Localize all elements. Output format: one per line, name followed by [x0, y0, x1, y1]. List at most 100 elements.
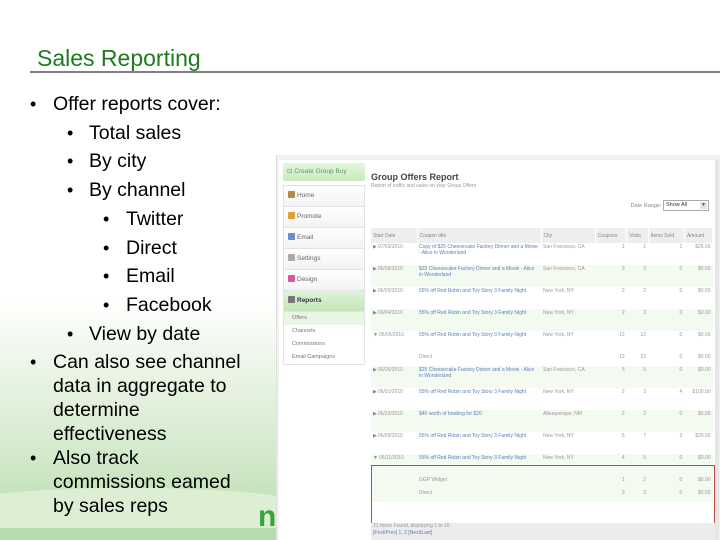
sidebar-item-email[interactable]: Email — [284, 228, 364, 249]
visits-cell: 5 — [626, 366, 649, 388]
column-header[interactable]: City — [541, 228, 596, 243]
expand-triangle-icon[interactable]: ▶ — [373, 244, 377, 250]
create-group-buy-label: Create Group Buy — [294, 168, 347, 175]
table-row: ▶06/04/2010 55% off Red Robin and Toy Sto… — [371, 309, 713, 331]
city-cell: New York, NY — [543, 288, 574, 294]
report-subtitle: Report of traffic and sales on your Grou… — [371, 183, 477, 189]
report-icon — [288, 296, 295, 303]
column-header[interactable]: Start Date — [371, 228, 418, 243]
start-date: 06/08/2010 — [377, 266, 403, 272]
scrollbar[interactable] — [715, 160, 719, 540]
amount-cell: $0.00 — [684, 476, 713, 489]
expand-triangle-icon[interactable]: ▶ — [373, 433, 377, 439]
sidebar-item-design[interactable]: Design — [284, 270, 364, 291]
subnav-item-email-campaigns[interactable]: Email Campaigns — [284, 351, 364, 364]
bullet-icon: • — [67, 323, 74, 344]
sidebar-item-label: Settings — [297, 255, 321, 262]
bullet-icon: • — [30, 94, 37, 114]
coupons-cell: 1 — [595, 476, 627, 489]
subnav-item-channels[interactable]: Channels — [284, 325, 364, 338]
bullet-icon: • — [103, 237, 110, 258]
create-group-buy-button[interactable]: ⊡ Create Group Buy — [283, 163, 365, 181]
start-date: 06/06/2010 — [377, 367, 403, 373]
coupon-title-link[interactable]: 55% off Red Robin and Toy Story 3 Family… — [417, 388, 541, 410]
start-date: 06/09/2010 — [378, 332, 404, 338]
start-date: 06/11/2010 — [378, 455, 404, 461]
coupon-title-link[interactable]: $40 worth of bowling for $20 — [417, 410, 541, 432]
column-header[interactable]: Coupons — [595, 228, 628, 243]
start-date: 06/04/2010 — [377, 310, 403, 316]
coupon-title-link[interactable]: 55% off Red Robin and Toy Story 3 Family… — [417, 331, 541, 353]
amount-cell: $0.00 — [697, 288, 711, 294]
column-header[interactable]: Visits — [626, 228, 649, 243]
coupons-cell: 3 — [595, 265, 627, 287]
items-sold-cell: 0 — [648, 309, 685, 331]
expand-triangle-icon[interactable]: ▶ — [373, 389, 377, 395]
coupons-cell: 4 — [595, 454, 627, 476]
expand-triangle-icon[interactable]: ▶ — [373, 266, 377, 272]
coupon-title-link[interactable]: $25 Cheesecake Factory Dinner and a Movi… — [417, 265, 541, 287]
expand-triangle-icon[interactable]: ▶ — [373, 288, 377, 294]
table-row: ▶07/03/2010 Copy of $25 Cheesecake Factor… — [371, 243, 713, 265]
amount-cell: $0.00 — [684, 366, 713, 388]
sidebar-item-reports[interactable]: Reports — [284, 291, 364, 312]
coupons-cell: 2 — [595, 410, 627, 432]
table-row: ▶06/23/2010 $40 worth of bowling for $20 A… — [371, 410, 713, 432]
coupon-title-link[interactable]: $25 Cheesecake Factory Dinner and a Movi… — [417, 366, 541, 388]
table-row: ▼06/09/2010 55% off Red Robin and Toy Sto… — [371, 331, 713, 353]
coupon-title-link[interactable]: 55% off Red Robin and Toy Story 3 Family… — [417, 432, 541, 454]
column-header[interactable]: Amount — [684, 228, 714, 243]
start-date-cell: ▶06/04/2010 — [371, 309, 417, 331]
start-date-cell: ▶06/08/2010 — [371, 265, 417, 287]
column-header[interactable]: Coupon title — [417, 228, 542, 243]
channel-name: Direct — [417, 489, 541, 502]
bullet-text: Also track — [53, 447, 139, 470]
bullet-icon: • — [30, 352, 37, 373]
coupon-title-link[interactable]: Copy of $25 Cheesecake Factory Dinner an… — [417, 243, 541, 265]
amount-cell: $0.00 — [684, 410, 713, 432]
empty-cell — [371, 476, 417, 489]
bullet-text-continued: commissions eamed — [53, 471, 231, 494]
app-window: ⊡ Create Group Buy Home Promote Email Setti… — [279, 160, 719, 540]
expand-triangle-icon[interactable]: ▶ — [373, 310, 377, 316]
coupon-title-link[interactable]: 55% off Red Robin and Toy Story 3 Family… — [417, 287, 541, 309]
items-sold-cell: 0 — [648, 476, 685, 489]
bullet-icon: • — [67, 180, 74, 201]
bullet-text: Can also see channel — [53, 351, 241, 374]
sidebar-item-home[interactable]: Home — [284, 186, 364, 207]
city-cell: San Francisco, CA — [543, 244, 585, 250]
expand-triangle-icon[interactable]: ▶ — [373, 411, 377, 417]
table-row: ▶06/08/2010 $25 Cheesecake Factory Dinner… — [371, 265, 713, 287]
bullet-icon: • — [30, 448, 37, 469]
amount-cell: $0.00 — [697, 332, 711, 338]
items-sold-cell: 0 — [648, 410, 685, 432]
bullet-icon: • — [103, 208, 110, 229]
app-screenshot: ⊡ Create Group Buy Home Promote Email Setti… — [276, 155, 720, 540]
pagination-info: 21 Items Found, displaying 1 to 10 — [373, 523, 450, 529]
column-header[interactable]: Items Sold — [648, 228, 685, 243]
subnav-item-offers[interactable]: Offers — [284, 312, 364, 325]
start-date-cell: ▶07/03/2010 — [371, 243, 417, 265]
collapse-triangle-icon[interactable]: ▼ — [373, 332, 378, 338]
start-date-cell: ▶06/01/2010 — [371, 388, 417, 410]
visits-cell: 3 — [626, 489, 649, 502]
expand-triangle-icon[interactable]: ▶ — [373, 367, 377, 373]
visits-cell: 5 — [626, 454, 649, 476]
bullet-icon: • — [67, 151, 74, 172]
date-range-select[interactable]: Show All ▼ — [663, 200, 709, 211]
start-date-cell: ▶06/03/2010 — [371, 287, 417, 309]
empty-cell — [541, 353, 595, 366]
sidebar-item-promote[interactable]: Promote — [284, 207, 364, 228]
collapse-triangle-icon[interactable]: ▼ — [373, 455, 378, 461]
bullet-text-continued: data in aggregate to — [53, 375, 227, 398]
visits-cell: 12 — [640, 332, 647, 338]
start-date: 06/23/2010 — [377, 411, 403, 417]
sidebar-item-settings[interactable]: Settings — [284, 249, 364, 270]
subnav-item-commissions[interactable]: Commissions — [284, 338, 364, 351]
coupon-title-link[interactable]: 55% off Red Robin and Toy Story 3 Family… — [417, 309, 541, 331]
visits-cell: 2 — [643, 288, 647, 294]
pagination: 21 Items Found, displaying 1 to 10 [Firs… — [371, 523, 715, 540]
table-row: ▶06/03/2010 55% off Red Robin and Toy Sto… — [371, 287, 713, 309]
coupon-title-link[interactable]: 55% off Red Robin and Toy Story 3 Family… — [417, 454, 541, 476]
pagination-links[interactable]: [First/Prev] 1, 2 [Next/Last] — [373, 530, 715, 537]
